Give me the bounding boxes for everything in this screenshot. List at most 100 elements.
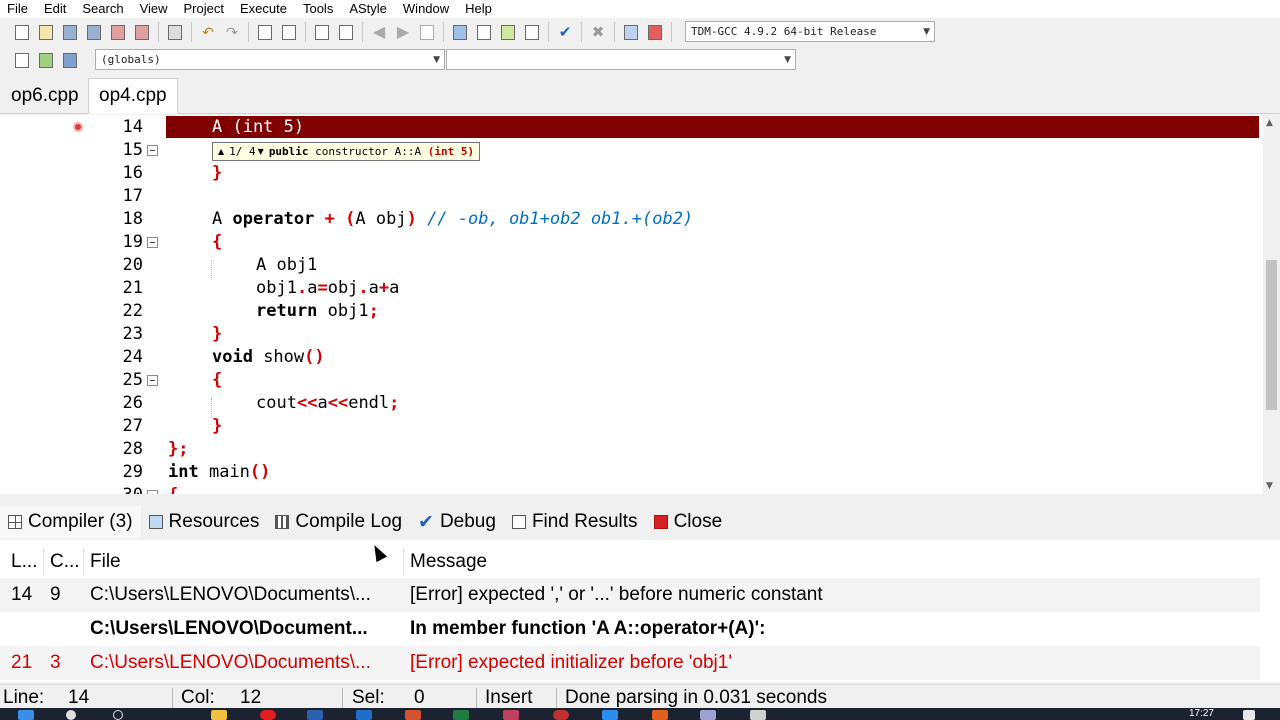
scroll-down-icon[interactable]: ▼ <box>1266 481 1273 491</box>
find-icon <box>511 515 526 529</box>
search-icon[interactable] <box>66 710 76 720</box>
find-icon[interactable] <box>254 21 276 43</box>
app-icon[interactable] <box>602 710 618 720</box>
compile-run-icon[interactable] <box>497 21 519 43</box>
menu-execute[interactable]: Execute <box>232 0 295 18</box>
scroll-thumb[interactable] <box>1266 260 1277 410</box>
fold-toggle-icon[interactable] <box>147 375 158 386</box>
debug-icon[interactable] <box>644 21 666 43</box>
undo-icon[interactable]: ↶ <box>197 21 219 43</box>
line-number: 14 <box>122 117 143 137</box>
toggle-bookmark-icon[interactable] <box>35 49 57 71</box>
resources-icon <box>148 515 163 529</box>
tab-debug[interactable]: ✔ Debug <box>410 506 504 538</box>
menu-astyle[interactable]: AStyle <box>341 0 395 18</box>
compile-icon[interactable] <box>449 21 471 43</box>
editor-scrollbar[interactable]: ▲ ▼ <box>1263 115 1280 494</box>
fold-toggle-icon[interactable] <box>147 490 158 494</box>
menu-file[interactable]: File <box>0 0 36 18</box>
close-file-icon[interactable] <box>107 21 129 43</box>
line-number: 20 <box>122 255 143 275</box>
table-row[interactable]: C:\Users\LENOVO\Document... In member fu… <box>0 612 1260 646</box>
fold-toggle-icon[interactable] <box>147 145 158 156</box>
clock[interactable]: 17:27 <box>1189 708 1214 720</box>
app-icon[interactable] <box>652 710 668 720</box>
code-editor[interactable]: 14 15 16 17 18 19 20 21 22 23 24 25 26 2… <box>0 115 1280 494</box>
open-file-icon[interactable] <box>35 21 57 43</box>
rebuild-icon[interactable] <box>521 21 543 43</box>
hint-down-icon[interactable]: ▼ <box>258 147 264 156</box>
app-icon[interactable] <box>750 710 766 720</box>
column-file[interactable]: File <box>90 551 398 573</box>
code-line-26: cout<<a<<endl; <box>256 393 400 413</box>
tab-compile-log[interactable]: Compile Log <box>267 506 410 538</box>
app-icon[interactable] <box>553 710 569 720</box>
menu-edit[interactable]: Edit <box>36 0 74 18</box>
run-icon[interactable] <box>473 21 495 43</box>
table-row[interactable]: 21 3 C:\Users\LENOVO\Documents\... [Erro… <box>0 646 1260 680</box>
column-col[interactable]: C... <box>50 551 80 573</box>
tab-resources[interactable]: Resources <box>141 506 268 538</box>
insert-icon[interactable] <box>11 49 33 71</box>
word-icon[interactable] <box>307 710 323 720</box>
redo-icon[interactable]: ↷ <box>221 21 243 43</box>
syntax-check-icon[interactable]: ✔ <box>554 21 576 43</box>
menu-view[interactable]: View <box>132 0 176 18</box>
profile-icon[interactable] <box>620 21 642 43</box>
tab-op4-cpp[interactable]: op4.cpp <box>88 78 178 114</box>
print-icon[interactable] <box>164 21 186 43</box>
menu-window[interactable]: Window <box>395 0 457 18</box>
status-sel-label: Sel: <box>352 687 385 708</box>
back-icon[interactable]: ◀ <box>368 21 390 43</box>
line-number: 23 <box>122 324 143 344</box>
powerpoint-icon[interactable] <box>405 710 421 720</box>
menu-tools[interactable]: Tools <box>295 0 341 18</box>
stop-icon[interactable]: ✖ <box>587 21 609 43</box>
fold-toggle-icon[interactable] <box>147 237 158 248</box>
scroll-up-icon[interactable]: ▲ <box>1266 118 1273 128</box>
menu-bar: File Edit Search View Project Execute To… <box>0 0 1280 18</box>
menu-help[interactable]: Help <box>457 0 500 18</box>
close-all-icon[interactable] <box>131 21 153 43</box>
unindent-icon[interactable] <box>335 21 357 43</box>
code-line: { <box>168 484 178 494</box>
save-all-icon[interactable] <box>83 21 105 43</box>
new-file-icon[interactable] <box>11 21 33 43</box>
tab-compiler[interactable]: Compiler (3) <box>0 506 141 538</box>
compiler-select[interactable]: TDM-GCC 4.9.2 64-bit Release ▼ <box>685 21 935 42</box>
function-select[interactable]: ▼ <box>446 49 796 70</box>
code-line-18: A operator + (A obj) // -ob, ob1+ob2 ob1… <box>212 209 694 229</box>
save-icon[interactable] <box>59 21 81 43</box>
hint-up-icon[interactable]: ▲ <box>218 147 224 156</box>
line-number: 27 <box>122 416 143 436</box>
app-icon[interactable] <box>503 710 519 720</box>
indent-icon[interactable] <box>311 21 333 43</box>
parameter-hint-tooltip: ▲ 1/ 4 ▼ public constructor A::A (int 5) <box>212 142 481 161</box>
column-message[interactable]: Message <box>410 551 487 573</box>
file-explorer-icon[interactable] <box>211 710 227 720</box>
code-line: A obj1 <box>256 255 318 275</box>
edge-icon[interactable] <box>356 710 372 720</box>
forward-icon[interactable]: ▶ <box>392 21 414 43</box>
tab-op6-cpp[interactable]: op6.cpp <box>1 78 89 114</box>
menu-search[interactable]: Search <box>74 0 131 18</box>
devcpp-icon[interactable] <box>700 710 716 720</box>
goto-icon[interactable] <box>416 21 438 43</box>
line-number: 16 <box>122 163 143 183</box>
notifications-icon[interactable] <box>1243 710 1255 720</box>
column-line[interactable]: L... <box>11 551 37 573</box>
cortana-icon[interactable] <box>113 710 123 720</box>
opera-icon[interactable] <box>260 710 276 720</box>
tab-find-results[interactable]: Find Results <box>504 506 646 538</box>
code-line: cout<<a<<endl; <box>256 392 399 415</box>
table-row[interactable]: 14 9 C:\Users\LENOVO\Documents\... [Erro… <box>0 578 1260 612</box>
tab-close[interactable]: Close <box>646 506 731 538</box>
status-line-label: Line: <box>3 687 45 708</box>
replace-icon[interactable] <box>278 21 300 43</box>
menu-project[interactable]: Project <box>176 0 232 18</box>
excel-icon[interactable] <box>453 710 469 720</box>
start-icon[interactable] <box>18 710 34 720</box>
goto-bookmark-icon[interactable] <box>59 49 81 71</box>
scope-select[interactable]: (globals) ▼ <box>95 49 445 70</box>
line-number: 30 <box>0 484 143 494</box>
